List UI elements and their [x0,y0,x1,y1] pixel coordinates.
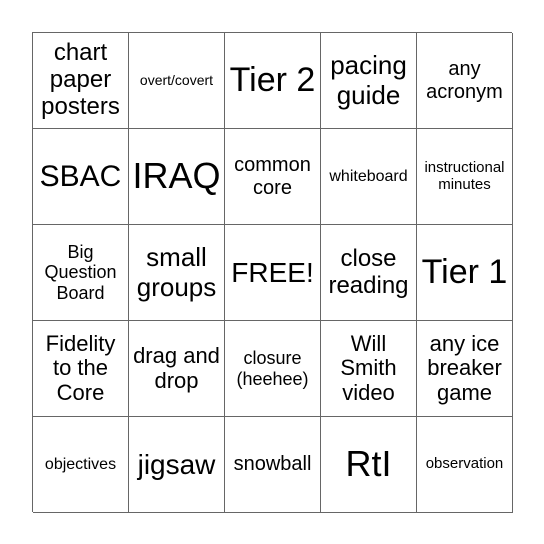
bingo-cell[interactable]: RtI [321,417,417,513]
bingo-cell[interactable]: jigsaw [129,417,225,513]
bingo-cell[interactable]: chart paper posters [33,33,129,129]
bingo-cell[interactable]: SBAC [33,129,129,225]
bingo-cell[interactable]: Tier 2 [225,33,321,129]
bingo-cell[interactable]: drag and drop [129,321,225,417]
bingo-cell[interactable]: Fidelity to the Core [33,321,129,417]
bingo-cell[interactable]: snowball [225,417,321,513]
bingo-cell[interactable]: IRAQ [129,129,225,225]
bingo-cell[interactable]: any ice breaker game [417,321,513,417]
bingo-cell[interactable]: any acronym [417,33,513,129]
bingo-cell[interactable]: Big Question Board [33,225,129,321]
bingo-card: chart paper posters overt/covert Tier 2 … [32,32,513,513]
free-space[interactable]: FREE! [225,225,321,321]
bingo-cell[interactable]: Will Smith video [321,321,417,417]
bingo-cell[interactable]: common core [225,129,321,225]
bingo-cell[interactable]: instructional minutes [417,129,513,225]
bingo-cell[interactable]: Tier 1 [417,225,513,321]
bingo-cell[interactable]: whiteboard [321,129,417,225]
bingo-cell[interactable]: overt/covert [129,33,225,129]
bingo-cell[interactable]: observation [417,417,513,513]
bingo-cell[interactable]: small groups [129,225,225,321]
bingo-cell[interactable]: objectives [33,417,129,513]
bingo-cell[interactable]: closure (heehee) [225,321,321,417]
bingo-cell[interactable]: pacing guide [321,33,417,129]
bingo-cell[interactable]: close reading [321,225,417,321]
